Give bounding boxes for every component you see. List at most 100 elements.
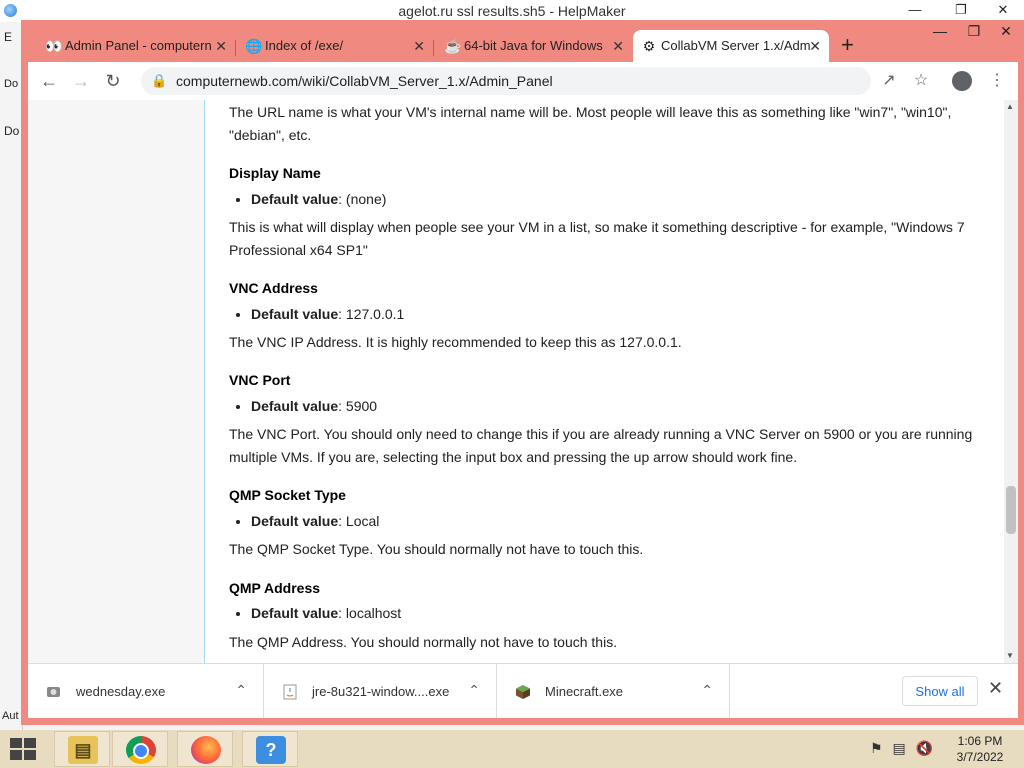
java-icon: ☕ [444, 38, 462, 54]
network-icon[interactable]: ▤ [892, 740, 905, 756]
chrome-minimize-button[interactable]: — [923, 20, 957, 42]
clock-date: 3/7/2022 [956, 750, 1004, 764]
section-description: This is what will display when people se… [229, 219, 965, 258]
bg-fragment: Do [4, 124, 20, 138]
default-item: Default value: (none) [251, 189, 386, 209]
default-label: Default value [251, 605, 339, 621]
tab-java[interactable]: ☕ 64-bit Java for Windows ✕ [436, 30, 632, 62]
menu-kebab-icon[interactable]: ⋮ [986, 70, 1008, 92]
volume-muted-icon[interactable]: 🔇 [916, 740, 933, 756]
scroll-up-icon[interactable]: ▲ [1006, 102, 1014, 111]
scrollbar-thumb[interactable] [1006, 486, 1016, 534]
default-label: Default value [251, 306, 339, 322]
section-description: The QMP Address. You should normally not… [229, 634, 618, 650]
close-tab-icon[interactable]: ✕ [809, 30, 821, 62]
file-explorer-taskbar-button[interactable]: ▤ [54, 731, 110, 767]
system-clock[interactable]: 1:06 PM 3/7/2022 [942, 733, 1018, 765]
section-heading: QMP Socket Type [229, 487, 346, 503]
tab-strip: 👀 Admin Panel - computern ✕ 🌐 Index of /… [21, 20, 1024, 62]
folder-icon: ▤ [68, 736, 98, 764]
lock-icon[interactable]: 🔒 [151, 73, 167, 89]
download-filename: wednesday.exe [76, 684, 166, 699]
default-value: : 5900 [338, 398, 378, 414]
default-label: Default value [251, 513, 339, 529]
java-file-icon [283, 684, 297, 700]
close-tab-icon[interactable]: ✕ [215, 30, 227, 62]
default-label: Default value [251, 398, 339, 414]
default-item: Default value: localhost [251, 603, 401, 623]
action-center-flag-icon[interactable]: ⚑ [870, 740, 883, 756]
taskbar: ▤ ? ⚑ ▤ 🔇 1:06 PM 3/7/2022 [0, 730, 1024, 768]
chrome-close-button[interactable]: ✕ [989, 20, 1023, 42]
close-tab-icon[interactable]: ✕ [413, 30, 425, 62]
default-value: : localhost [338, 605, 402, 621]
download-item[interactable]: jre-8u321-window....exe ⌃ [264, 664, 497, 718]
wiki-sidebar [28, 100, 205, 663]
tab-label: CollabVM Server 1.x/Adm [661, 38, 811, 53]
chevron-up-icon[interactable]: ⌃ [701, 682, 713, 699]
chrome-restore-button[interactable]: ❐ [957, 20, 991, 42]
default-list: Default value: (none) [229, 189, 386, 209]
tab-separator [235, 40, 236, 56]
section-heading: Display Name [229, 165, 321, 181]
back-icon[interactable]: ← [38, 70, 60, 92]
share-icon[interactable]: ↗ [878, 70, 900, 92]
vertical-scrollbar[interactable]: ▲ ▼ [1004, 100, 1018, 663]
bg-minimize-button[interactable]: — [900, 0, 930, 21]
forward-icon[interactable]: → [70, 70, 92, 92]
bg-restore-button[interactable]: ❐ [946, 0, 976, 21]
default-list: Default value: 5900 [229, 396, 377, 416]
close-download-bar-icon[interactable]: ✕ [988, 678, 1003, 699]
tab-label: 64-bit Java for Windows [464, 38, 603, 53]
download-bar: wednesday.exe ⌃ jre-8u321-window....exe … [28, 663, 1018, 718]
new-tab-button[interactable]: + [841, 34, 854, 56]
bookmark-star-icon[interactable]: ☆ [910, 70, 932, 92]
url-text: computernewb.com/wiki/CollabVM_Server_1.… [176, 73, 553, 89]
help-taskbar-button[interactable]: ? [242, 731, 298, 767]
bg-close-button[interactable]: ✕ [988, 0, 1018, 21]
default-list: Default value: localhost [229, 603, 401, 623]
chevron-up-icon[interactable]: ⌃ [235, 682, 247, 699]
bg-fragment: E [4, 30, 13, 44]
address-bar[interactable]: 🔒 computernewb.com/wiki/CollabVM_Server_… [141, 67, 871, 95]
background-window-title: agelot.ru ssl results.sh5 - HelpMaker [398, 3, 626, 19]
default-list: Default value: Local [229, 511, 379, 531]
intro-paragraph: The URL name is what your VM's internal … [229, 104, 952, 143]
page-viewport: The URL name is what your VM's internal … [28, 100, 1018, 663]
download-item[interactable]: Minecraft.exe ⌃ [497, 664, 730, 718]
clock-time: 1:06 PM [957, 734, 1003, 748]
chevron-up-icon[interactable]: ⌃ [468, 682, 480, 699]
chrome-taskbar-button[interactable] [112, 731, 168, 767]
tab-separator [433, 40, 434, 56]
minecraft-icon [516, 685, 530, 699]
bg-fragment: Do [4, 78, 19, 90]
reload-icon[interactable]: ↻ [102, 70, 124, 92]
globe-icon: 🌐 [245, 38, 263, 54]
tab-admin-panel[interactable]: 👀 Admin Panel - computern ✕ [37, 30, 235, 62]
close-tab-icon[interactable]: ✕ [612, 30, 624, 62]
default-item: Default value: 5900 [251, 396, 377, 416]
browser-window: 👀 Admin Panel - computern ✕ 🌐 Index of /… [21, 20, 1024, 725]
profile-avatar-icon[interactable] [952, 71, 972, 91]
help-question-icon: ? [256, 736, 286, 764]
default-list: Default value: 127.0.0.1 [229, 304, 404, 324]
tab-label: Index of /exe/ [265, 38, 344, 53]
download-item[interactable]: wednesday.exe ⌃ [28, 664, 264, 718]
show-all-downloads-button[interactable]: Show all [902, 676, 978, 706]
default-label: Default value [251, 191, 339, 207]
section-description: The QMP Socket Type. You should normally… [229, 541, 644, 557]
default-item: Default value: 127.0.0.1 [251, 304, 404, 324]
firefox-taskbar-button[interactable] [177, 731, 233, 767]
section-heading: VNC Address [229, 280, 318, 296]
collabvm-icon: ⚙ [642, 38, 656, 54]
exe-file-icon [47, 687, 60, 697]
tab-index-of-exe[interactable]: 🌐 Index of /exe/ ✕ [237, 30, 433, 62]
default-value: : Local [338, 513, 380, 529]
windows-start-icon[interactable] [8, 734, 38, 764]
download-filename: jre-8u321-window....exe [312, 684, 450, 699]
tab-label: Admin Panel - computern [65, 38, 212, 53]
scroll-down-icon[interactable]: ▼ [1006, 651, 1014, 660]
default-value: : (none) [338, 191, 387, 207]
tab-collabvm[interactable]: ⚙ CollabVM Server 1.x/Adm ✕ [633, 30, 829, 62]
chrome-icon [126, 736, 156, 764]
